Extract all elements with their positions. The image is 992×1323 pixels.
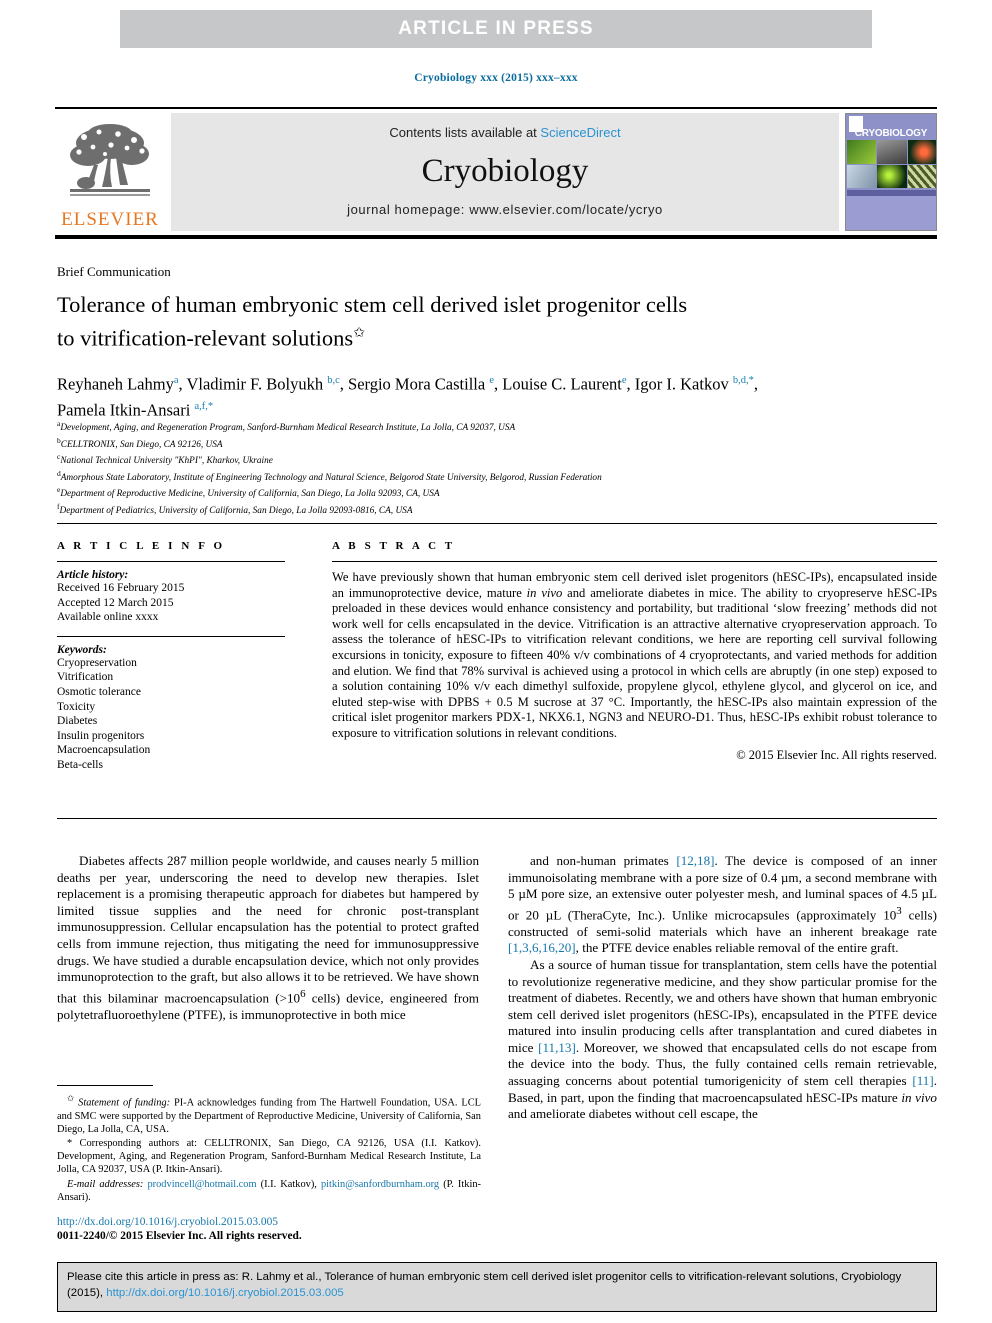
author-list: Reyhaneh Lahmya, Vladimir F. Bolyukh b,c… xyxy=(57,374,758,420)
affiliation-marker: f xyxy=(57,501,60,511)
email-link[interactable]: pitkin@sanfordburnham.org xyxy=(321,1179,439,1190)
article-history-item: Received 16 February 2015 xyxy=(57,582,185,594)
article-info-heading: A R T I C L E I N F O xyxy=(57,540,226,552)
sciencedirect-banner: Contents lists available at ScienceDirec… xyxy=(171,113,839,231)
info-abstract-top-rule xyxy=(57,523,937,524)
contents-list-line: Contents lists available at ScienceDirec… xyxy=(389,125,620,140)
cover-image-grid xyxy=(847,140,936,188)
corresponding-author-footnote: * Corresponding authors at: CELLTRONIX, … xyxy=(57,1138,481,1176)
article-info-divider xyxy=(57,561,285,562)
abstract-column: A B S T R A C T We have previously shown… xyxy=(332,540,937,763)
cover-image-cell xyxy=(877,140,907,164)
affiliation-item: aDevelopment, Aging, and Regeneration Pr… xyxy=(57,419,516,434)
cover-image-cell xyxy=(907,164,936,188)
article-history-item: Accepted 12 March 2015 xyxy=(57,596,174,609)
cover-image-cell xyxy=(907,140,936,164)
sciencedirect-link[interactable]: ScienceDirect xyxy=(540,125,620,140)
journal-masthead: ELSEVIER Contents lists available at Sci… xyxy=(55,107,937,239)
title-footnote-marker[interactable]: ✩ xyxy=(353,326,365,341)
article-in-press-banner: ARTICLE IN PRESS xyxy=(120,10,872,48)
body-paragraph: and non-human primates [12,18]. The devi… xyxy=(508,853,938,956)
journal-cover-thumbnail: CRYOBIOLOGY xyxy=(845,113,937,231)
article-type-label: Brief Communication xyxy=(57,264,171,279)
doi-block: http://dx.doi.org/10.1016/j.cryobiol.201… xyxy=(57,1215,302,1243)
affiliation-marker: e xyxy=(57,485,61,494)
abstract-divider xyxy=(332,561,937,562)
affiliation-marker: c xyxy=(57,452,61,461)
keyword-item: Vitrification xyxy=(57,671,114,684)
affiliation-item: dAmorphous State Laboratory, Institute o… xyxy=(57,468,602,483)
affiliation-marker: a xyxy=(57,419,61,428)
article-history-item: Available online xxxx xyxy=(57,611,159,624)
keywords-divider xyxy=(57,635,285,637)
keywords-list: Cryopreservation Vitrification Osmotic tol… xyxy=(57,656,307,773)
abstract-body: We have previously shown that human embr… xyxy=(332,570,937,740)
body-column-right: and non-human primates [12,18]. The devi… xyxy=(508,853,937,1123)
keyword-item: Beta-cells xyxy=(57,758,103,771)
keyword-item: Diabetes xyxy=(57,715,98,728)
funding-footnote: ✩ Statement of funding: PI-A acknowledge… xyxy=(57,1093,481,1135)
elsevier-tree-icon xyxy=(70,124,150,196)
abstract-copyright: © 2015 Elsevier Inc. All rights reserved… xyxy=(736,747,937,762)
body-paragraph: Diabetes affects 287 million people worl… xyxy=(57,853,479,1022)
keyword-item: Macroencapsulation xyxy=(57,744,151,757)
body-paragraph: As a source of human tissue for transpla… xyxy=(508,956,937,1122)
abstract-heading: A B S T R A C T xyxy=(332,540,456,552)
cover-journal-title: CRYOBIOLOGY xyxy=(854,128,928,139)
keyword-item: Toxicity xyxy=(57,700,96,713)
footnote-block: ✩ Statement of funding: PI-A acknowledge… xyxy=(57,1092,481,1205)
issn-copyright-line: 0011-2240/© 2015 Elsevier Inc. All right… xyxy=(57,1230,302,1242)
cover-image-cell xyxy=(847,164,877,188)
keywords-label: Keywords: xyxy=(57,643,107,656)
body-column-left: Diabetes affects 287 million people worl… xyxy=(57,853,479,1023)
footnote-rule xyxy=(57,1085,153,1086)
journal-title: Cryobiology xyxy=(421,152,589,189)
running-head-citation: Cryobiology xxx (2015) xxx–xxx xyxy=(414,72,578,84)
affiliation-item: bCELLTRONIX, San Diego, CA 92126, USA xyxy=(57,435,223,450)
affiliation-marker: d xyxy=(57,468,61,478)
journal-homepage-line[interactable]: journal homepage: www.elsevier.com/locat… xyxy=(347,202,663,217)
affiliation-list: aDevelopment, Aging, and Regeneration Pr… xyxy=(57,418,937,517)
citation-doi-link[interactable]: http://dx.doi.org/10.1016/j.cryobiol.201… xyxy=(106,1287,343,1299)
keyword-item: Cryopreservation xyxy=(57,656,137,669)
affiliation-item: fDepartment of Pediatrics, University of… xyxy=(57,501,413,516)
article-history-list: Received 16 February 2015 Accepted 12 Mar… xyxy=(57,581,307,625)
abstract-bottom-rule xyxy=(57,818,937,819)
paper-title-line-2: to vitrification-relevant solutions xyxy=(57,325,354,351)
email-footnote: E-mail addresses: prodvincell@hotmail.co… xyxy=(57,1178,482,1203)
cover-image-cell xyxy=(877,164,907,188)
email-link[interactable]: prodvincell@hotmail.com xyxy=(147,1179,256,1190)
article-history-label: Article history: xyxy=(57,569,129,581)
citation-box: Please cite this article in press as: R.… xyxy=(57,1262,937,1312)
doi-link[interactable]: http://dx.doi.org/10.1016/j.cryobiol.201… xyxy=(57,1215,302,1229)
article-info-column: A R T I C L E I N F O Article history: R… xyxy=(57,540,307,773)
page-title: Tolerance of human embryonic stem cell d… xyxy=(57,290,887,353)
elsevier-wordmark: ELSEVIER xyxy=(61,209,159,230)
elsevier-logo: ELSEVIER xyxy=(55,113,165,231)
affiliation-item: eDepartment of Reproductive Medicine, Un… xyxy=(57,485,440,500)
affiliation-item: cNational Technical University "KhPI", K… xyxy=(57,452,273,467)
article-in-press-label: ARTICLE IN PRESS xyxy=(398,18,594,39)
keyword-item: Insulin progenitors xyxy=(57,729,145,742)
keyword-item: Osmotic tolerance xyxy=(57,685,141,698)
cover-footer-panel xyxy=(846,196,936,230)
cover-image-cell xyxy=(847,140,877,164)
contents-list-prefix: Contents lists available at xyxy=(389,125,541,140)
paper-title-line-1: Tolerance of human embryonic stem cell d… xyxy=(57,292,688,317)
affiliation-marker: b xyxy=(57,435,61,445)
